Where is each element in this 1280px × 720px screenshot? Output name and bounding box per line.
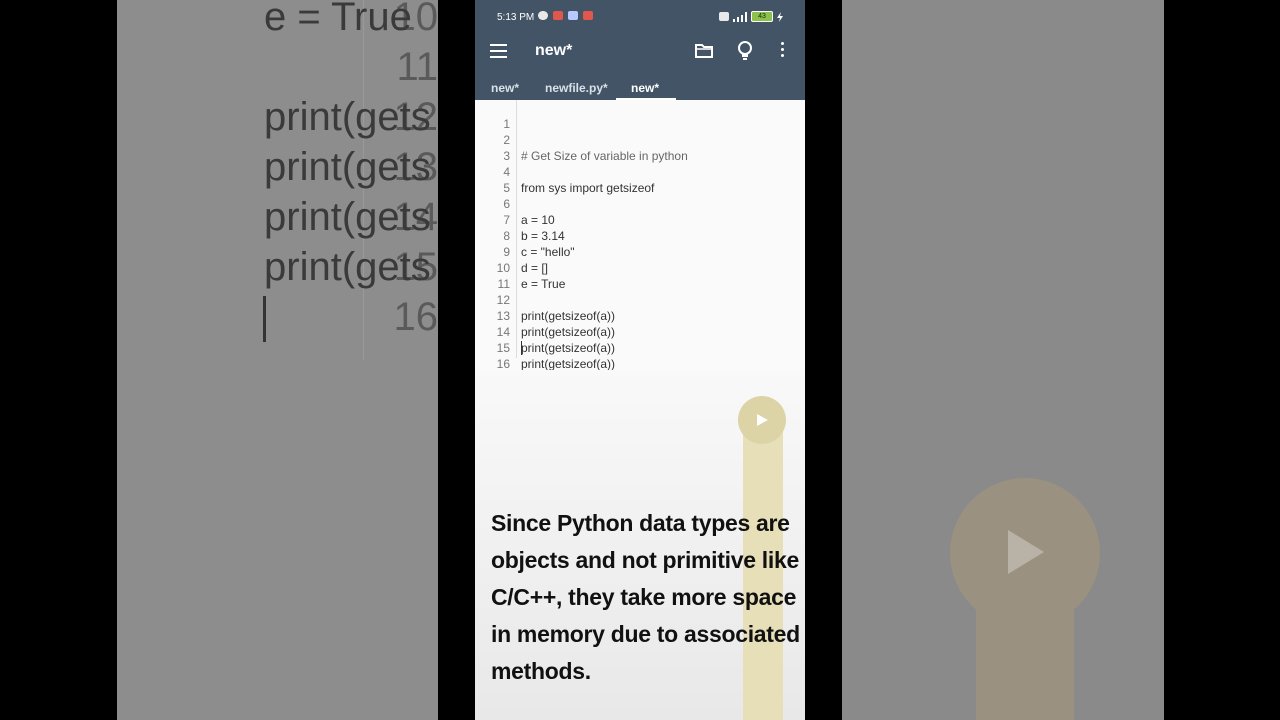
system-icons: 43: [719, 11, 783, 22]
more-options-icon[interactable]: [781, 42, 785, 60]
menu-icon[interactable]: [490, 44, 507, 58]
recording-icon: [583, 11, 593, 20]
app-notification-icon: [553, 11, 563, 20]
code-text: from sys import getsizeof: [521, 181, 655, 195]
code-line: 14 print(getsizeof(a)): [475, 308, 615, 355]
file-title: new*: [535, 42, 573, 59]
tab-new[interactable]: new*: [491, 81, 519, 95]
code-line: 12 print(getsizeof(a)): [475, 276, 615, 323]
code-line: 8 c = "hello": [475, 212, 574, 259]
tab-new-active[interactable]: new*: [631, 81, 659, 95]
alarm-icon: [538, 11, 548, 20]
lightbulb-icon[interactable]: [737, 41, 753, 61]
background-left-panel: 10 e = True 11 12 print(gets 13 print(ge…: [117, 0, 438, 720]
code-editor[interactable]: 1 2 # Get Size of variable in python 3 4…: [475, 100, 805, 371]
folder-icon[interactable]: [695, 43, 713, 58]
background-code-line: print(gets: [264, 245, 431, 289]
background-right-panel: [842, 0, 1164, 720]
caption-text: Since Python data types are objects and …: [491, 510, 800, 684]
background-code-line: print(gets: [264, 195, 431, 239]
code-line: 2 # Get Size of variable in python: [475, 116, 687, 163]
code-line: 4 from sys import getsizeof: [475, 148, 654, 195]
play-icon: [757, 414, 768, 426]
code-line: 16: [475, 340, 510, 371]
code-line: 6 a = 10: [475, 180, 554, 227]
phone-screen: 5:13 PM 43 new* new* newfile.py* new* 1 …: [475, 0, 805, 720]
code-line: 13 print(getsizeof(a)): [475, 292, 615, 339]
tab-bar: new* newfile.py* new*: [475, 74, 805, 100]
code-text: e = True: [521, 277, 566, 291]
background-play-icon: [1008, 530, 1044, 574]
status-bar: 5:13 PM 43: [475, 0, 805, 30]
notification-icons: [538, 11, 593, 20]
battery-icon: 43: [751, 11, 773, 22]
text-cursor: [521, 341, 522, 355]
app-bar: new*: [475, 30, 805, 74]
background-code-line: e = True: [264, 0, 412, 39]
code-line: 15 print(getsizeof(a)): [475, 324, 615, 371]
code-line: 5: [475, 164, 510, 195]
upload-icon: [568, 11, 578, 20]
code-text: print(getsizeof(a)): [521, 325, 616, 339]
tab-newfile-py[interactable]: newfile.py*: [545, 81, 608, 95]
code-text: print(getsizeof(a)): [521, 341, 616, 355]
background-code-line: print(gets: [264, 95, 431, 139]
gutter-divider: [516, 100, 517, 358]
code-line: 10 e = True: [475, 244, 566, 291]
signal-icon: [733, 11, 747, 22]
background-line-number: 16: [393, 295, 439, 339]
code-line: 1: [475, 100, 510, 131]
charging-icon: [777, 11, 783, 22]
code-line: 11: [475, 260, 510, 291]
code-line: 9 d = []: [475, 228, 548, 275]
code-text: # Get Size of variable in python: [521, 149, 688, 163]
background-line-number: 11: [396, 45, 438, 89]
code-text: print(getsizeof(a)): [521, 309, 616, 323]
background-code-line: print(gets: [264, 145, 431, 189]
code-text: d = []: [521, 261, 549, 275]
code-line: 3: [475, 132, 510, 163]
status-time: 5:13 PM: [497, 12, 535, 23]
volte-icon: [719, 12, 729, 21]
code-text: b = 3.14: [521, 229, 565, 243]
code-text: a = 10: [521, 213, 555, 227]
code-text: c = "hello": [521, 245, 575, 259]
background-cursor: [263, 296, 266, 342]
code-line: 7 b = 3.14: [475, 196, 564, 243]
